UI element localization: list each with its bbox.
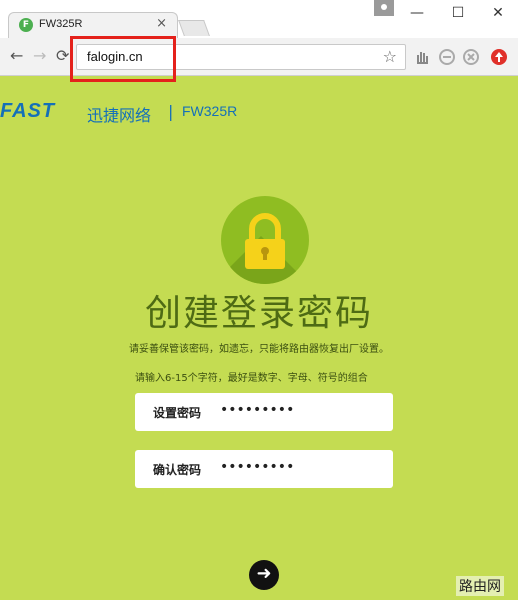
minimize-button[interactable]: — xyxy=(397,2,437,24)
forward-arrow-icon[interactable]: → xyxy=(33,47,46,65)
set-password-field[interactable]: 设置密码 ••••••••• xyxy=(135,393,393,431)
fast-favicon-icon: F xyxy=(19,18,33,32)
confirm-password-input[interactable]: ••••••••• xyxy=(220,459,294,475)
site-watermark: 路由网 xyxy=(456,576,504,596)
reload-icon[interactable]: ⟳ xyxy=(56,47,69,65)
extension-hand-icon[interactable] xyxy=(413,48,431,66)
fast-logo: FAST xyxy=(0,100,56,122)
user-profile-icon[interactable] xyxy=(374,0,394,16)
padlock-icon xyxy=(245,213,285,269)
brand-name: 迅捷网络 xyxy=(87,106,152,125)
warning-text: 请妥善保管该密码，如遗忘，只能将路由器恢复出厂设置。 xyxy=(129,344,389,355)
set-password-input[interactable]: ••••••••• xyxy=(220,402,294,418)
extension-gray-icon-1[interactable] xyxy=(438,48,456,66)
tab-close-icon[interactable]: × xyxy=(156,17,167,31)
lock-icon-circle xyxy=(221,196,309,284)
confirm-password-field[interactable]: 确认密码 ••••••••• xyxy=(135,450,393,488)
next-arrow-button[interactable]: ➜ xyxy=(249,560,279,590)
extension-gray-icon-2[interactable] xyxy=(462,48,480,66)
maximize-button[interactable]: ☐ xyxy=(438,2,478,24)
extension-red-icon[interactable] xyxy=(490,48,508,66)
set-password-label: 设置密码 xyxy=(153,406,202,420)
bookmark-star-icon[interactable]: ☆ xyxy=(383,47,397,66)
browser-titlebar: F FW325R × — ☐ ✕ xyxy=(0,0,518,38)
tab-title: FW325R xyxy=(39,18,83,30)
url-highlight-box xyxy=(70,36,176,82)
page-title: 创建登录密码 xyxy=(144,293,373,334)
confirm-password-label: 确认密码 xyxy=(153,463,202,477)
back-arrow-icon[interactable]: ← xyxy=(10,47,23,65)
brand-separator: | xyxy=(168,102,174,121)
close-window-button[interactable]: ✕ xyxy=(478,2,518,24)
password-hint: 请输入6-15个字符，最好是数字、字母、符号的组合 xyxy=(135,373,368,384)
router-model: FW325R xyxy=(182,103,238,119)
new-tab-button[interactable] xyxy=(178,20,210,36)
browser-tab[interactable]: F FW325R × xyxy=(8,12,178,38)
